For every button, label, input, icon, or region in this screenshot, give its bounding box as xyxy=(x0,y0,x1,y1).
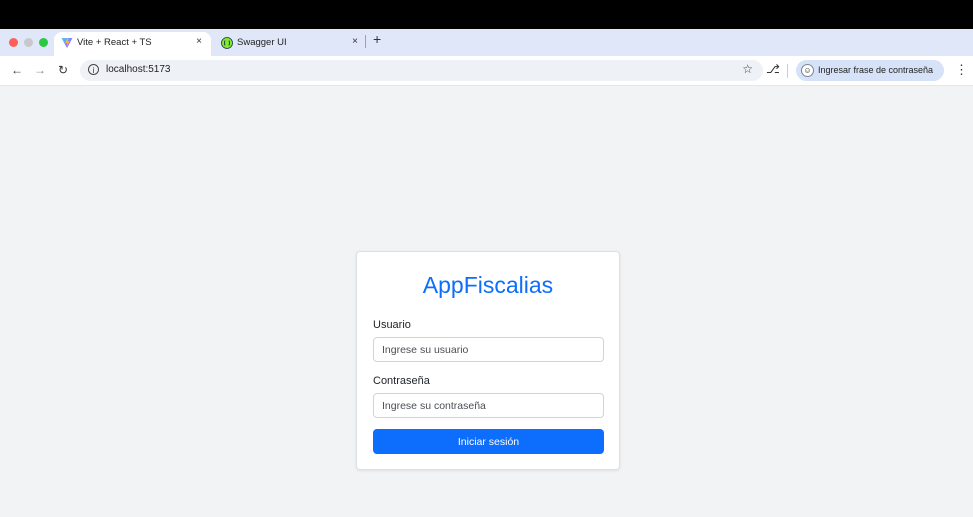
reload-icon[interactable]: ↻ xyxy=(58,63,68,77)
new-tab-button[interactable]: + xyxy=(373,31,381,47)
bookmark-star-icon[interactable]: ☆ xyxy=(742,62,753,76)
password-phrase-chip[interactable]: ☺ Ingresar frase de contraseña xyxy=(796,60,944,81)
address-bar[interactable]: i localhost:5173 ☆ xyxy=(80,60,763,81)
tab-close-icon[interactable]: × xyxy=(352,36,358,47)
site-info-icon[interactable]: i xyxy=(88,64,99,75)
tab-divider xyxy=(365,35,366,48)
password-chip-label: Ingresar frase de contraseña xyxy=(818,65,934,75)
password-label: Contraseña xyxy=(373,375,430,387)
extensions-icon[interactable]: ⎇ xyxy=(766,62,780,76)
tab-title: Swagger UI xyxy=(237,37,287,48)
more-menu-icon[interactable]: ⋮ xyxy=(955,62,968,78)
tab-swagger[interactable]: Swagger UI × xyxy=(214,32,367,56)
vite-icon xyxy=(61,38,73,48)
login-button[interactable]: Iniciar sesión xyxy=(373,429,604,454)
window-zoom-dot[interactable] xyxy=(39,38,48,47)
window-minimize-dot[interactable] xyxy=(24,38,33,47)
back-arrow-icon[interactable]: ← xyxy=(11,63,23,77)
app-title: AppFiscalias xyxy=(422,272,554,298)
tab-vite-react[interactable]: Vite + React + TS × xyxy=(54,32,211,56)
os-top-bar xyxy=(0,0,973,29)
username-label: Usuario xyxy=(373,319,411,331)
profile-avatar-icon: ☺ xyxy=(801,64,814,77)
tab-title: Vite + React + TS xyxy=(77,37,152,48)
password-input[interactable] xyxy=(373,393,604,418)
tab-strip: Vite + React + TS × Swagger UI × ⌄ xyxy=(0,29,973,79)
login-card: AppFiscalias Usuario Contraseña Iniciar … xyxy=(356,251,620,470)
username-input[interactable] xyxy=(373,337,604,362)
swagger-icon xyxy=(221,37,233,49)
forward-arrow-icon[interactable]: → xyxy=(34,63,46,77)
address-text[interactable]: localhost:5173 xyxy=(106,64,171,75)
toolbar-divider xyxy=(787,64,788,78)
tab-close-icon[interactable]: × xyxy=(196,36,202,47)
window-close-dot[interactable] xyxy=(9,38,18,47)
